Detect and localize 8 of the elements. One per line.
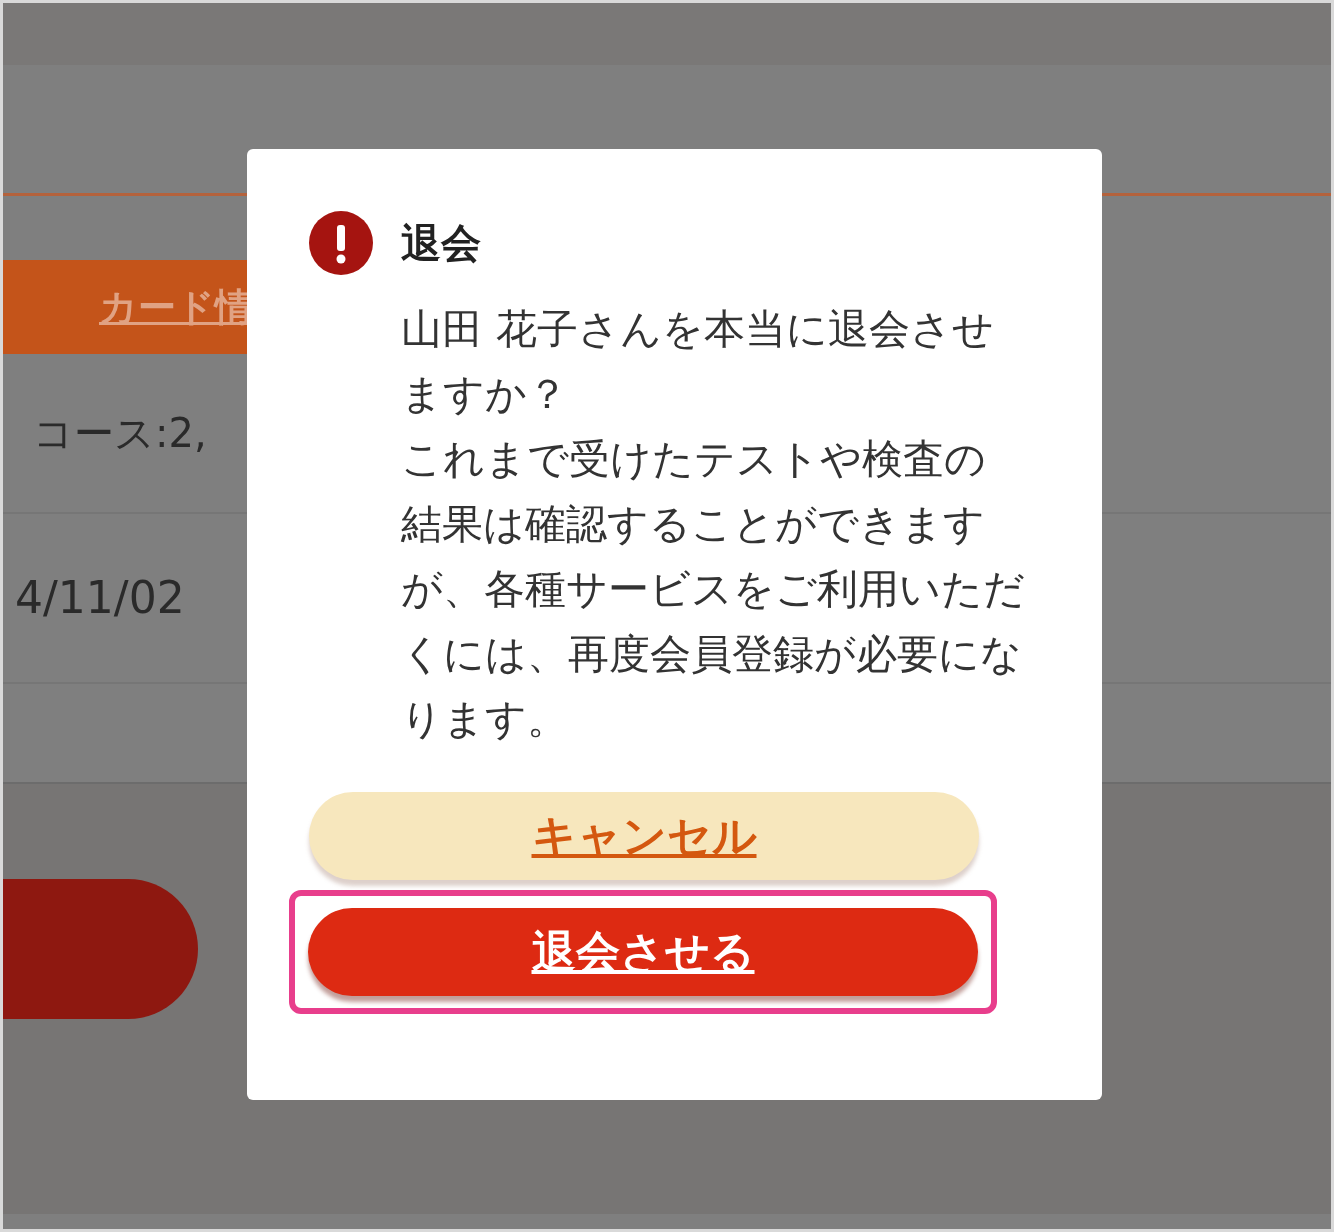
dialog-message: 山田 花子さんを本当に退会させますか？ [401,304,996,420]
dialog-title: 退会 [401,219,481,268]
dialog-message: これまで受けたテストや検査の結果は確認することができますが、各種サービスをご利用いただくには、再度会員登録が必要になります。 [401,434,1025,745]
warning-icon [309,211,373,275]
date-text: 4/11/02 [15,571,185,625]
plan-text: コース:2, [33,409,207,458]
cancel-button[interactable]: キャンセル [309,792,979,880]
withdraw-button[interactable]: 退会させる [308,908,978,996]
